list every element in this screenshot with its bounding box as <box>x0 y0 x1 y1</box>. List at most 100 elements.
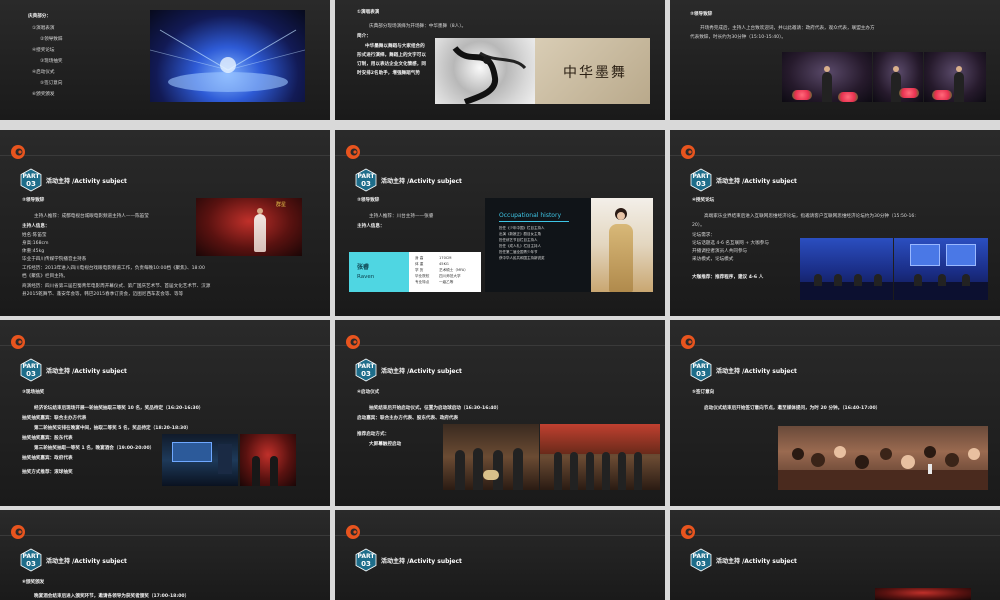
lottery-screen <box>172 442 212 462</box>
slide-text: 主持人推荐：成都电视台城眼电影频道主持人——陈笛莹 <box>34 214 149 219</box>
section-subject: 活动主持 /Activity subject <box>381 558 462 565</box>
slide-text: 县2015乾舞节、蓬安年会等，韩巴2015春季订货会，迈图尼西车友会等、等等 <box>22 292 184 297</box>
slide-text: ④授奖论坛 <box>692 198 715 203</box>
header-divider <box>670 345 1000 346</box>
history-item: 担任《少年中国》栏目主持人 <box>499 226 545 230</box>
slide-2[interactable]: ①演唱表演 庆典部分现场演绎为开场舞：中华墨舞（8人）。 简介： 中华墨舞以舞蹈… <box>335 0 665 120</box>
slide-9[interactable]: PART 03 活动主持 /Activity subject ⑤签订意向 启动仪… <box>670 320 1000 506</box>
slide-text: ①演唱表演 <box>32 26 55 31</box>
slide-4[interactable]: PART 03 活动主持 /Activity subject ②领导致辞 主持人… <box>0 130 330 316</box>
slide-text: 大咖推荐：推荐程序，建议 4-6 人 <box>692 275 764 280</box>
section-subject: 活动主持 /Activity subject <box>716 558 797 565</box>
slide-text: 形式进行演绎，舞蹈上的文字可以 <box>357 53 426 58</box>
slide-3[interactable]: ②领导致辞 开场秀完成后，主持人上台致欢迎词，并以此邀请：政府代表，观众代表，联… <box>670 0 1000 120</box>
slide-10[interactable]: PART 03 活动主持 /Activity subject ⑥颁奖颁发 晚宴酒… <box>0 510 330 600</box>
part-number: 03 <box>696 180 706 188</box>
section-subject: 活动主持 /Activity subject <box>381 368 462 375</box>
hexagon-badge-icon: PART 03 <box>690 548 712 572</box>
slide-text: 第二轮抽奖安排在晚宴中间，抽取二等奖 5 名，奖品待定（18:20-18:30） <box>34 426 191 431</box>
slide-text: 抽奖方式推荐：滚球抽奖 <box>22 470 73 475</box>
card-label: 体 重 <box>415 262 424 266</box>
calligraphy-text: 中华墨舞 <box>563 65 627 81</box>
flowers <box>792 90 812 100</box>
guest-figure <box>554 452 562 490</box>
header-divider <box>670 535 1000 536</box>
hexagon-badge-icon: PART 03 <box>20 358 42 382</box>
hexagon-badge-icon: PART 03 <box>690 358 712 382</box>
slide-11[interactable]: PART 03 活动主持 /Activity subject <box>335 510 665 600</box>
guest-figure <box>634 452 642 490</box>
section-subject: 活动主持 /Activity subject <box>716 368 797 375</box>
slide-text: ②领导致辞 <box>690 12 713 17</box>
speech-photo-2 <box>873 52 923 102</box>
speaker-head <box>824 66 830 72</box>
slide-text: 第三轮抽奖抽取一等奖 1 名，晚宴酒会（19:00-20:00） <box>34 446 155 451</box>
slide-text: 论坛需求： <box>692 233 715 238</box>
hexagon-badge-icon: PART 03 <box>20 548 42 572</box>
slide-1[interactable]: 庆典部分： ①演唱表演 ②领导致辞 ④授奖论坛 ③现场抽奖 ④启动仪式 ⑤签订意… <box>0 0 330 120</box>
speech-photo-1 <box>782 52 872 102</box>
winner-figure <box>252 456 260 486</box>
slide-text: 主持人推荐：川台主持——张睿 <box>369 214 434 219</box>
slide-5[interactable]: PART 03 活动主持 /Activity subject ②领导致辞 主持人… <box>335 130 665 316</box>
swirl-logo-icon <box>681 525 695 539</box>
slide-text: 高端家乐业界结束后进入互联网思维经济论坛，指邀请客户互联网思维经济论坛约为30分… <box>704 214 916 219</box>
slide-text: ④授奖论坛 <box>32 48 55 53</box>
slide-text: 毕业于四川传媒学院播音主持系 <box>22 257 87 262</box>
slide-text: ②领导致辞 <box>357 198 380 203</box>
host-head <box>257 208 263 214</box>
hexagon-badge-icon: PART 03 <box>355 548 377 572</box>
slide-text: 采访模式，论坛模式 <box>692 257 734 262</box>
slide-text: 庆典部分： <box>28 14 51 19</box>
swirl-logo-icon <box>11 335 25 349</box>
history-item: 担任《成人礼》栏目主持人 <box>499 244 541 248</box>
panelist <box>834 274 842 286</box>
part-number: 03 <box>696 370 706 378</box>
header-divider <box>670 155 1000 156</box>
slide-text: ⑤签订意向 <box>40 81 63 86</box>
part-label: PART <box>692 553 710 560</box>
slide-text: 抽奖抽奖嘉宾：股东代表 <box>22 436 73 441</box>
part-number: 03 <box>361 180 371 188</box>
host-name-cn: 张睿 <box>357 264 370 271</box>
slide-text: 商演经历：四川省第三届巴蜀青年电影周开幕仪式、第广国庆艺术节、首届文化艺术节、汉… <box>22 284 211 289</box>
flowers <box>932 90 952 100</box>
signing-photo <box>778 426 988 490</box>
history-title: Occupational history <box>499 212 561 219</box>
flowers <box>899 88 919 98</box>
panelist <box>962 274 970 286</box>
forum-photo-2 <box>894 238 988 300</box>
section-subject: 活动主持 /Activity subject <box>381 178 462 185</box>
slide-text: ④启动仪式 <box>357 390 380 395</box>
swirl-logo-icon <box>346 145 360 159</box>
part-label: PART <box>22 553 40 560</box>
guest-figure <box>618 452 626 490</box>
slide-text: ⑥颁奖颁发 <box>22 580 45 585</box>
history-item: 获中华人民共和国主持新锐奖 <box>499 256 545 260</box>
slide-text: 抽奖结束后开始启动仪式，征置为启动球启动（16:30-16:40） <box>369 406 502 411</box>
slide-text: 主持人信息： <box>357 224 385 229</box>
lottery-photo-2 <box>240 434 296 486</box>
slide-text: 开播调控者演员人共同参与 <box>692 249 748 254</box>
slide-text: 开场秀完成后，主持人上台致欢迎词，并以此邀请：政府代表，观众代表，联盟主办方 <box>700 26 875 31</box>
slide-text: ①演唱表演 <box>357 10 380 15</box>
slide-text: 20）。 <box>692 223 705 228</box>
slide-7[interactable]: PART 03 活动主持 /Activity subject ③现场抽奖 经济论… <box>0 320 330 506</box>
slide-6[interactable]: PART 03 活动主持 /Activity subject ④授奖论坛 高端家… <box>670 130 1000 316</box>
backdrop <box>540 424 660 454</box>
guest-figure <box>602 452 610 490</box>
swirl-logo-icon <box>11 145 25 159</box>
history-panel: Occupational history 担任《少年中国》栏目主持人 出演《新娘… <box>485 198 653 292</box>
slide-text: 工作经历：2013年进入四川电视台戏眼电影频道工作，负责每晚10:00档《聚焦》… <box>22 266 205 271</box>
slide-text: 姓名:陈笛莹 <box>22 233 47 238</box>
slide-8[interactable]: PART 03 活动主持 /Activity subject ④启动仪式 抽奖结… <box>335 320 665 506</box>
ink-dance-photo <box>435 38 535 104</box>
part-label: PART <box>22 363 40 370</box>
guest-figure <box>455 450 465 490</box>
slide-text: 代表致辞，时长约为30分钟（15:10-15:40）。 <box>690 35 786 40</box>
slide-12[interactable]: PART 03 活动主持 /Activity subject <box>670 510 1000 600</box>
part-label: PART <box>22 173 40 180</box>
slide-text: ⑤签订意向 <box>692 390 715 395</box>
part-number: 03 <box>696 560 706 568</box>
section-subject: 活动主持 /Activity subject <box>716 178 797 185</box>
